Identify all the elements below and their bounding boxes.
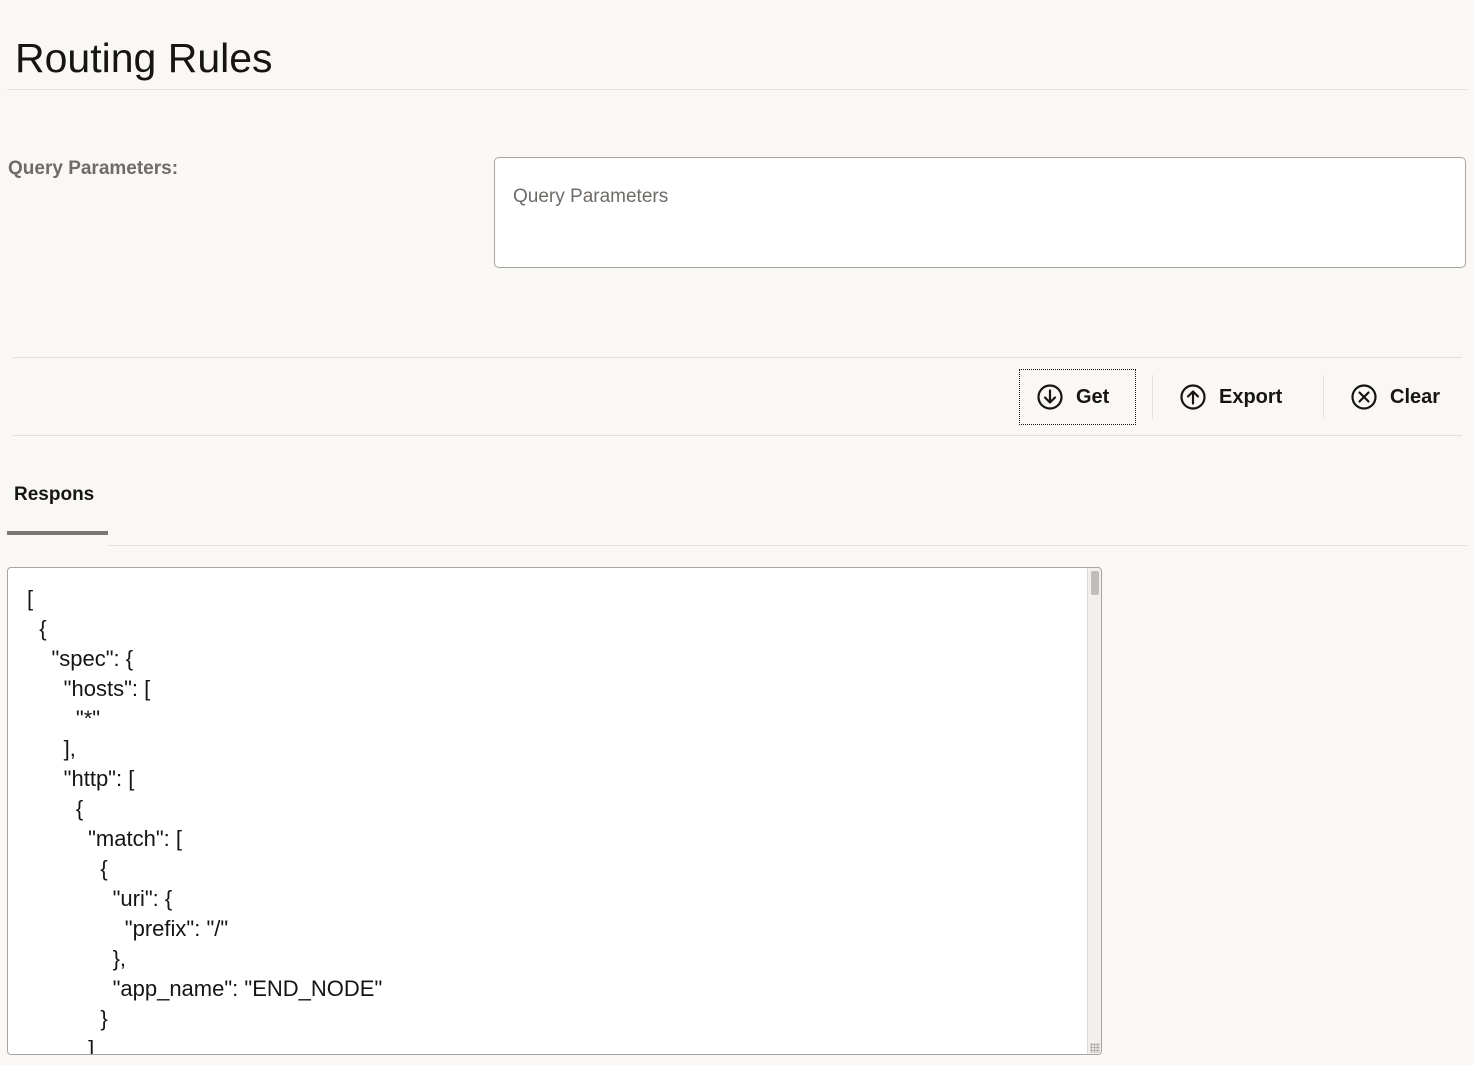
tab-response-label: Respons [14,484,95,505]
response-scrollbar-thumb[interactable] [1091,571,1099,595]
toolbar-separator [1152,375,1153,419]
header-divider [7,89,1467,90]
query-parameters-field[interactable] [494,157,1466,268]
tabs-divider [108,545,1467,546]
export-button-label: Export [1219,385,1283,408]
response-scrollbar[interactable] [1087,568,1101,1054]
response-json: [ { "spec": { "hosts": [ "*" ], "http": … [27,586,383,1055]
export-button[interactable]: Export [1163,369,1303,425]
resize-handle[interactable] [1090,1043,1100,1053]
x-circle-icon [1351,384,1377,410]
get-button[interactable]: Get [1019,369,1136,425]
clear-button-label: Clear [1390,385,1441,408]
response-textarea[interactable]: [ { "spec": { "hosts": [ "*" ], "http": … [7,567,1102,1055]
tab-response[interactable]: Respons [7,476,108,535]
toolbar-top-divider [13,357,1462,358]
page-title: Routing Rules [15,35,273,82]
toolbar-bottom-divider [13,435,1462,436]
query-parameters-input[interactable] [495,158,1465,267]
arrow-down-circle-icon [1037,384,1063,410]
query-parameters-label: Query Parameters: [8,158,179,179]
clear-button[interactable]: Clear [1334,369,1460,425]
get-button-label: Get [1076,385,1110,408]
toolbar-separator [1323,375,1324,419]
arrow-up-circle-icon [1180,384,1206,410]
